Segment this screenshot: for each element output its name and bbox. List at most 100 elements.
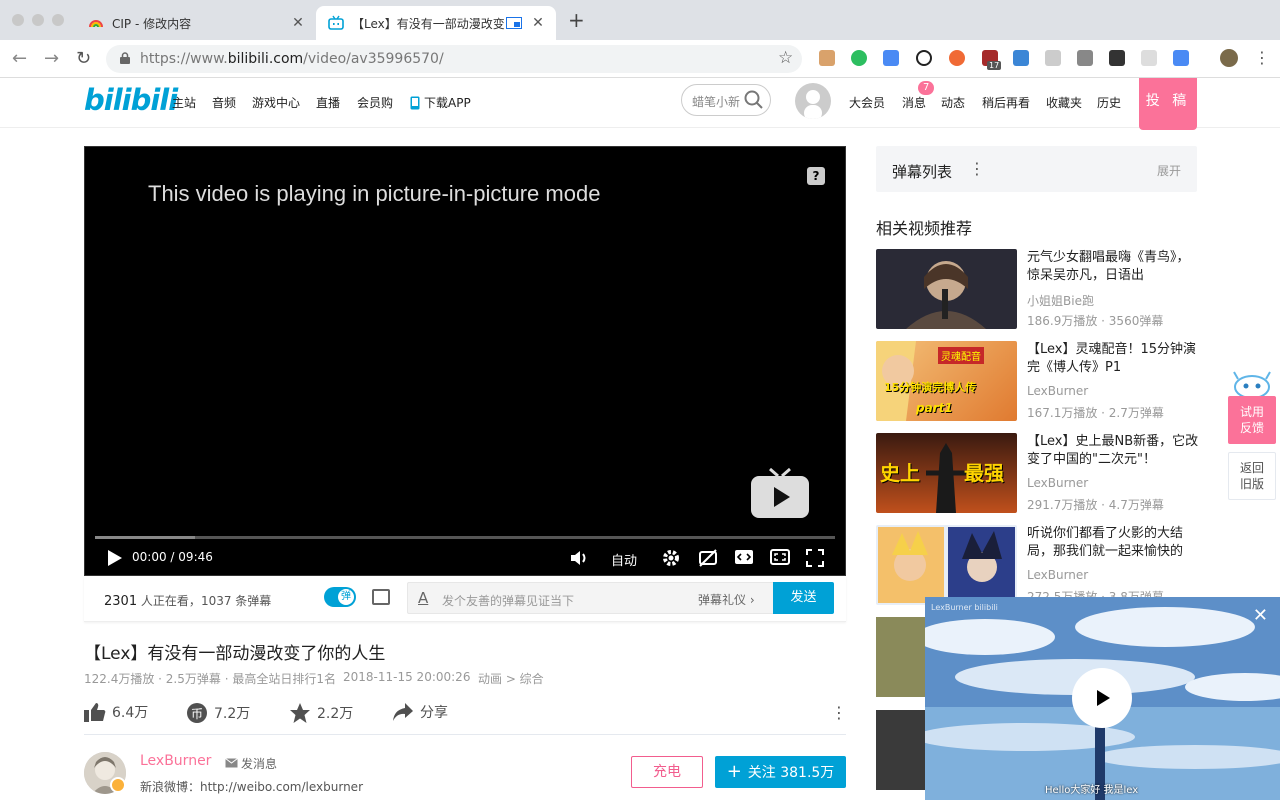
nav-vip[interactable]: 大会员	[849, 94, 885, 111]
extension-box-icon[interactable]	[819, 50, 835, 66]
danmaku-toggle[interactable]: 弹	[324, 587, 356, 607]
danmaku-list-menu-icon[interactable]: ⋮	[969, 159, 985, 178]
bookmark-star-icon[interactable]: ☆	[778, 48, 793, 68]
user-avatar[interactable]	[795, 83, 831, 119]
play-icon[interactable]	[107, 549, 123, 567]
nav-live[interactable]: 直播	[316, 94, 340, 111]
back-arrow-icon[interactable]: ←	[12, 48, 27, 69]
recommended-video-card[interactable]: 史上 最强 【Lex】史上最NB新番，它改变了中国的"二次元"！ LexBurn…	[876, 433, 1199, 513]
ublock-icon[interactable]	[949, 50, 965, 66]
share-button[interactable]: 分享	[392, 702, 448, 722]
feedback-button[interactable]: 试用 反馈	[1228, 396, 1276, 444]
nav-game-center[interactable]: 游戏中心	[252, 94, 300, 111]
tv-play-icon[interactable]	[750, 467, 810, 519]
screenshot-ext-icon[interactable]	[1109, 50, 1125, 66]
nav-messages[interactable]: 消息	[902, 94, 926, 111]
video-thumbnail[interactable]	[876, 525, 1017, 605]
quality-selector[interactable]: 自动	[611, 550, 637, 569]
pip-ext-icon[interactable]	[1173, 50, 1189, 66]
video-category[interactable]: 动画 > 综合	[478, 670, 544, 687]
viewer-count: 2301 人正在看，1037 条弹幕	[104, 594, 272, 609]
volume-icon[interactable]	[570, 549, 590, 567]
recommended-title[interactable]: 【Lex】灵魂配音！15分钟演完《博人传》P1	[1027, 341, 1199, 377]
video-thumbnail[interactable]	[876, 617, 925, 697]
recommended-uploader[interactable]: 小姐姐Bie跑	[1027, 292, 1094, 309]
send-message-link[interactable]: 发消息	[225, 755, 277, 772]
font-style-icon[interactable]: A	[418, 589, 428, 607]
gear-ext-icon[interactable]	[1141, 50, 1157, 66]
more-options-icon[interactable]: ⋮	[831, 703, 847, 722]
close-window-button[interactable]	[12, 14, 24, 26]
video-thumbnail[interactable]: 史上 最强	[876, 433, 1017, 513]
nav-download-app[interactable]: 下载APP	[410, 94, 471, 111]
recommended-title[interactable]: 【Lex】史上最NB新番，它改变了中国的"二次元"！	[1027, 433, 1199, 469]
favorite-button[interactable]: 2.2万	[289, 702, 353, 724]
help-icon[interactable]: ?	[807, 167, 825, 185]
fullscreen-icon[interactable]	[806, 549, 824, 567]
search-icon[interactable]	[744, 90, 764, 110]
bilibili-logo[interactable]: bilibili	[84, 83, 178, 117]
video-player[interactable]: This video is playing in picture-in-pict…	[84, 146, 846, 576]
nav-watch-later[interactable]: 稍后再看	[982, 94, 1030, 111]
browser-tab-cip[interactable]: CIP - 修改内容 ✕	[76, 6, 316, 40]
camera-ext-icon[interactable]	[1077, 50, 1093, 66]
recommended-stats: 291.7万播放 · 4.7万弹幕	[1027, 498, 1164, 512]
recommended-uploader[interactable]: LexBurner	[1027, 476, 1088, 490]
old-version-button[interactable]: 返回 旧版	[1228, 452, 1276, 500]
send-danmaku-button[interactable]: 发送	[773, 582, 834, 614]
expand-button[interactable]: 展开	[1157, 162, 1181, 179]
video-thumbnail[interactable]	[876, 249, 1017, 329]
recommended-video-card[interactable]: 元气少女翻唱最嗨《青鸟》，惊呆吴亦凡，日语出 小姐姐Bie跑 186.9万播放 …	[876, 249, 1197, 329]
picture-in-picture-icon[interactable]	[506, 17, 522, 29]
settings-gear-icon[interactable]	[662, 549, 680, 567]
new-tab-button[interactable]: +	[568, 8, 585, 32]
danmaku-etiquette-link[interactable]: 弹幕礼仪 ›	[698, 591, 755, 608]
recommended-uploader[interactable]: LexBurner	[1027, 568, 1088, 582]
evernote-icon[interactable]	[851, 50, 867, 66]
nav-audio[interactable]: 音频	[212, 94, 236, 111]
pip-play-button[interactable]	[1072, 668, 1132, 728]
like-button[interactable]: 6.4万	[84, 702, 148, 722]
nav-dynamics[interactable]: 动态	[941, 94, 965, 111]
browser-tab-bilibili[interactable]: 【Lex】有没有一部动漫改变 ✕	[316, 6, 556, 40]
web-fullscreen-icon[interactable]	[770, 549, 790, 565]
recommended-title[interactable]: 元气少女翻唱最嗨《青鸟》，惊呆吴亦凡，日语出	[1027, 249, 1199, 285]
danmaku-list-panel[interactable]: 弹幕列表 ⋮ 展开	[876, 146, 1197, 192]
address-bar[interactable]: https://www. bilibili.com/video/av3599657…	[106, 45, 802, 73]
video-thumbnail[interactable]	[876, 710, 925, 790]
widescreen-icon[interactable]	[734, 549, 754, 565]
translate-icon[interactable]	[883, 50, 899, 66]
coin-button[interactable]: 币 7.2万	[186, 702, 250, 724]
nav-history[interactable]: 历史	[1097, 94, 1121, 111]
browser-menu-icon[interactable]: ⋮	[1254, 48, 1270, 67]
search-input[interactable]: 蜡笔小新	[681, 84, 771, 116]
nav-favorites[interactable]: 收藏夹	[1046, 94, 1082, 111]
forward-arrow-icon[interactable]: →	[44, 48, 59, 69]
charge-button[interactable]: 充电	[631, 756, 703, 788]
recommended-title[interactable]: 听说你们都看了火影的大结局，那我们就一起来愉快的	[1027, 525, 1199, 561]
danmaku-settings-icon[interactable]	[372, 589, 390, 605]
danmaku-input[interactable]: A 发个友善的弹幕见证当下 弹幕礼仪 › 发送	[407, 582, 834, 614]
profile-avatar[interactable]	[1220, 49, 1238, 67]
maximize-window-button[interactable]	[52, 14, 64, 26]
close-tab-icon[interactable]: ✕	[528, 15, 548, 31]
recommended-video-card[interactable]: 灵魂配音 15分钟演完博人传 part1 【Lex】灵魂配音！15分钟演完《博人…	[876, 341, 1197, 421]
uploader-name[interactable]: LexBurner	[140, 753, 211, 769]
danmaku-off-icon[interactable]	[698, 549, 718, 567]
nav-main[interactable]: 主站	[172, 94, 196, 111]
nav-shop[interactable]: 会员购	[357, 94, 393, 111]
recommended-video-card[interactable]: 听说你们都看了火影的大结局，那我们就一起来愉快的 LexBurner 272.5…	[876, 525, 1197, 605]
recommended-uploader[interactable]: LexBurner	[1027, 384, 1088, 398]
reload-icon[interactable]: ↻	[76, 48, 91, 69]
picture-in-picture-window[interactable]: LexBurner bilibili ✕ Hello大家好 我是lex	[925, 597, 1280, 800]
follow-button[interactable]: + 关注 381.5万	[715, 756, 846, 788]
video-thumbnail[interactable]: 灵魂配音 15分钟演完博人传 part1	[876, 341, 1017, 421]
close-tab-icon[interactable]: ✕	[288, 15, 308, 31]
minimize-window-button[interactable]	[32, 14, 44, 26]
pip-close-icon[interactable]: ✕	[1253, 605, 1268, 626]
upload-button[interactable]: 投 稿	[1139, 78, 1197, 130]
progress-bar[interactable]	[95, 536, 835, 539]
pin-ext-icon[interactable]	[1045, 50, 1061, 66]
info-icon[interactable]	[916, 50, 932, 66]
sync-ext-icon[interactable]	[1013, 50, 1029, 66]
